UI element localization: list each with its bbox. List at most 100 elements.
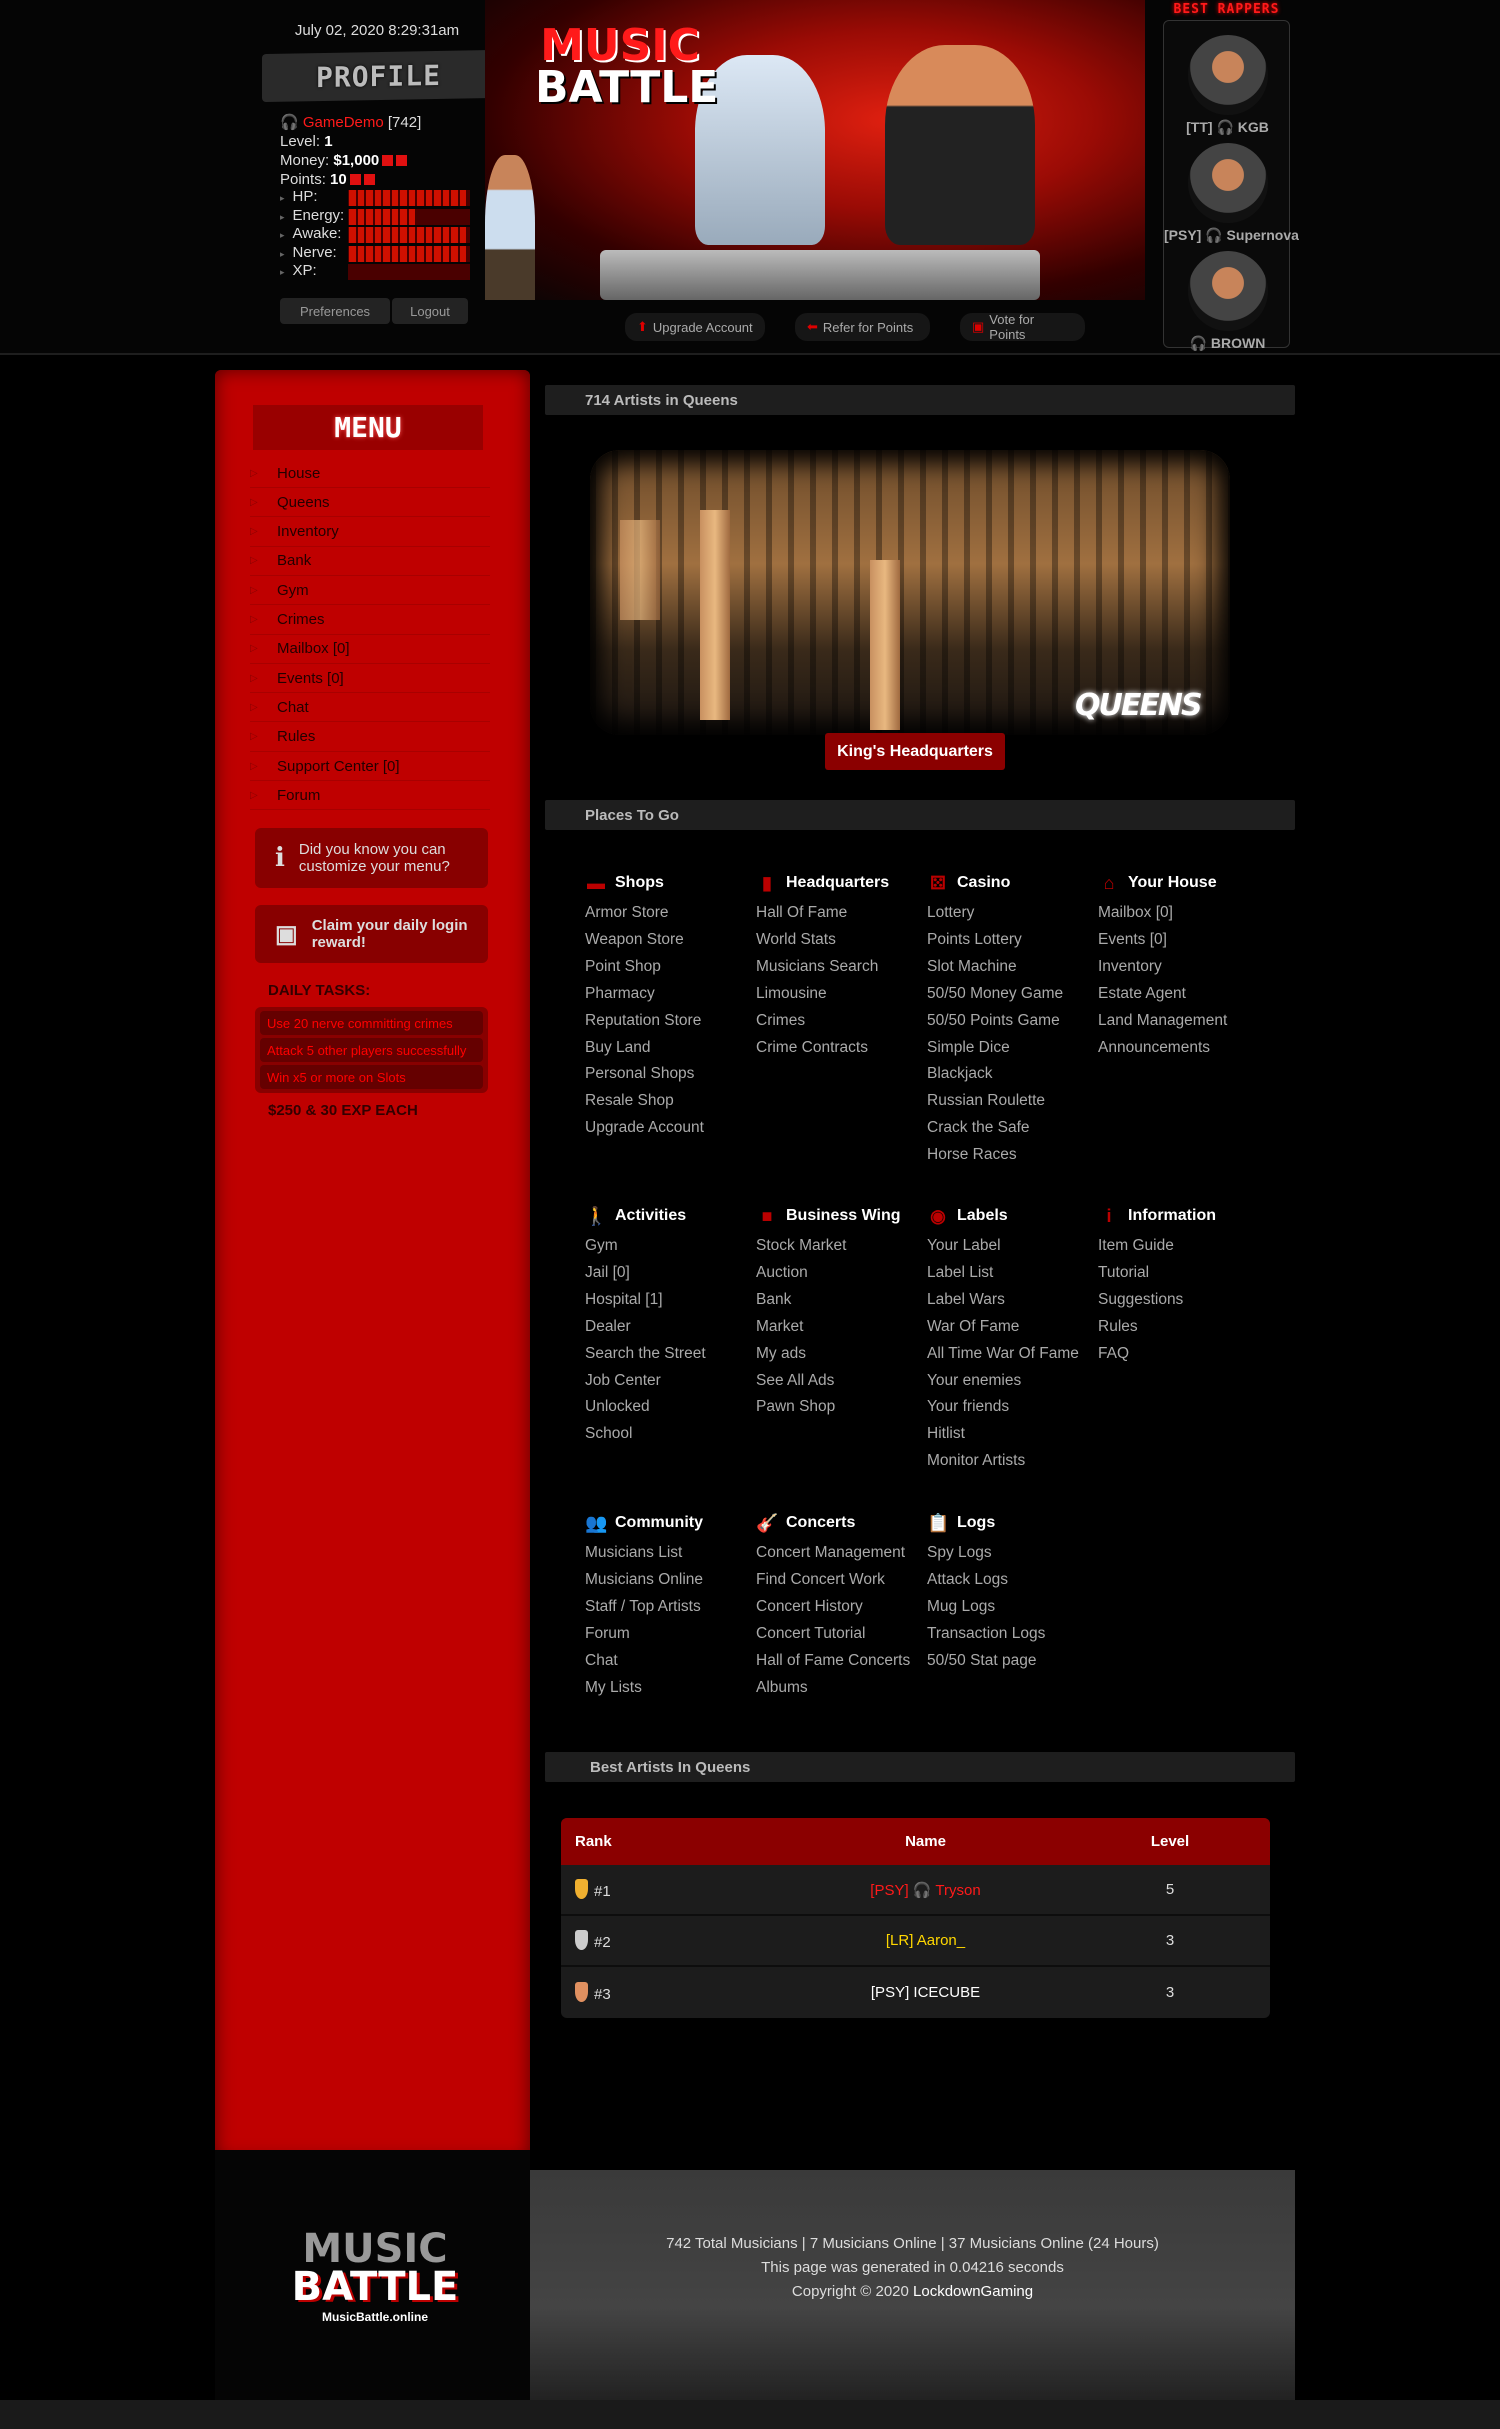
place-link[interactable]: Points Lottery: [927, 927, 1098, 954]
menu-item[interactable]: ▷ Mailbox [0]: [250, 635, 490, 664]
place-link[interactable]: Land Management: [1098, 1008, 1269, 1035]
place-link[interactable]: Slot Machine: [927, 954, 1098, 981]
menu-item[interactable]: ▷ Support Center [0]: [250, 752, 490, 781]
points-list-icon[interactable]: [349, 174, 361, 185]
place-link[interactable]: Estate Agent: [1098, 981, 1269, 1008]
place-link[interactable]: Jail [0]: [585, 1260, 756, 1287]
place-link[interactable]: Your friends: [927, 1394, 1098, 1421]
place-link[interactable]: Suggestions: [1098, 1287, 1269, 1314]
place-link[interactable]: Concert Tutorial: [756, 1621, 927, 1648]
place-link[interactable]: Musicians Online: [585, 1567, 756, 1594]
place-link[interactable]: Your Label: [927, 1233, 1098, 1260]
bank-icon[interactable]: [382, 155, 394, 166]
menu-item[interactable]: ▷ Inventory: [250, 518, 490, 547]
place-link[interactable]: Tutorial: [1098, 1260, 1269, 1287]
logout-button[interactable]: Logout: [392, 298, 468, 324]
place-link[interactable]: Hall of Fame Concerts: [756, 1648, 927, 1675]
place-link[interactable]: World Stats: [756, 927, 927, 954]
place-link[interactable]: Job Center: [585, 1368, 756, 1395]
place-link[interactable]: Market: [756, 1314, 927, 1341]
place-link[interactable]: Attack Logs: [927, 1567, 1098, 1594]
place-link[interactable]: Simple Dice: [927, 1035, 1098, 1062]
daily-reward-button[interactable]: ▣ Claim your daily login reward!: [255, 905, 488, 963]
place-link[interactable]: Events [0]: [1098, 927, 1269, 954]
place-link[interactable]: Mug Logs: [927, 1594, 1098, 1621]
place-link[interactable]: Musicians Search: [756, 954, 927, 981]
send-points-icon[interactable]: [363, 174, 375, 185]
place-link[interactable]: Crack the Safe: [927, 1115, 1098, 1142]
place-link[interactable]: Russian Roulette: [927, 1088, 1098, 1115]
place-link[interactable]: Staff / Top Artists: [585, 1594, 756, 1621]
menu-item[interactable]: ▷ Bank: [250, 547, 490, 576]
place-link[interactable]: Forum: [585, 1621, 756, 1648]
menu-item[interactable]: ▷ Crimes: [250, 606, 490, 635]
username-link[interactable]: GameDemo: [303, 114, 384, 131]
place-link[interactable]: Rules: [1098, 1314, 1269, 1341]
place-link[interactable]: Reputation Store: [585, 1008, 756, 1035]
nav-vote[interactable]: ▣ Vote for Points: [960, 312, 1085, 342]
place-link[interactable]: Pharmacy: [585, 981, 756, 1008]
place-link[interactable]: Chat: [585, 1648, 756, 1675]
place-link[interactable]: Personal Shops: [585, 1061, 756, 1088]
place-link[interactable]: Announcements: [1098, 1035, 1269, 1062]
place-link[interactable]: Upgrade Account: [585, 1115, 756, 1142]
best-rapper[interactable]: 🎧 BROWN: [1164, 251, 1291, 352]
best-rapper[interactable]: [PSY] 🎧 Supernova: [1164, 143, 1299, 244]
place-link[interactable]: Spy Logs: [927, 1540, 1098, 1567]
place-link[interactable]: My Lists: [585, 1675, 756, 1702]
lockdowngaming-link[interactable]: LockdownGaming: [913, 2283, 1033, 2300]
artist-name-link[interactable]: [LR] Aaron_: [781, 1932, 1070, 1949]
best-rapper[interactable]: [TT] 🎧 KGB: [1164, 35, 1291, 136]
menu-item[interactable]: ▷ Events [0]: [250, 664, 490, 694]
place-link[interactable]: Dealer: [585, 1314, 756, 1341]
menu-item[interactable]: ▷ Chat: [250, 693, 490, 723]
menu-item[interactable]: ▷ Gym: [250, 576, 490, 606]
place-link[interactable]: Monitor Artists: [927, 1448, 1098, 1475]
place-link[interactable]: Label Wars: [927, 1287, 1098, 1314]
place-link[interactable]: Stock Market: [756, 1233, 927, 1260]
place-link[interactable]: Hall Of Fame: [756, 900, 927, 927]
place-link[interactable]: Item Guide: [1098, 1233, 1269, 1260]
place-link[interactable]: 50/50 Stat page: [927, 1648, 1098, 1675]
place-link[interactable]: Concert History: [756, 1594, 927, 1621]
place-link[interactable]: Hospital [1]: [585, 1287, 756, 1314]
place-link[interactable]: 50/50 Points Game: [927, 1008, 1098, 1035]
place-link[interactable]: Auction: [756, 1260, 927, 1287]
place-link[interactable]: Resale Shop: [585, 1088, 756, 1115]
music-battle-logo[interactable]: MUSIC BATTLE: [535, 24, 718, 110]
customize-menu-tip[interactable]: i Did you know you can customize your me…: [255, 828, 488, 888]
place-link[interactable]: Unlocked: [585, 1394, 756, 1421]
place-link[interactable]: Horse Races: [927, 1142, 1098, 1169]
place-link[interactable]: Armor Store: [585, 900, 756, 927]
artist-name-link[interactable]: [PSY] ICECUBE: [781, 1984, 1070, 2001]
place-link[interactable]: Crimes: [756, 1008, 927, 1035]
place-link[interactable]: Search the Street: [585, 1341, 756, 1368]
place-link[interactable]: Musicians List: [585, 1540, 756, 1567]
artist-name-link[interactable]: [PSY] 🎧 Tryson: [781, 1881, 1070, 1899]
place-link[interactable]: Blackjack: [927, 1061, 1098, 1088]
place-link[interactable]: Your enemies: [927, 1368, 1098, 1395]
place-link[interactable]: My ads: [756, 1341, 927, 1368]
place-link[interactable]: FAQ: [1098, 1341, 1269, 1368]
kings-headquarters-button[interactable]: King's Headquarters: [825, 733, 1005, 770]
place-link[interactable]: Transaction Logs: [927, 1621, 1098, 1648]
place-link[interactable]: Lottery: [927, 900, 1098, 927]
place-link[interactable]: 50/50 Money Game: [927, 981, 1098, 1008]
menu-item[interactable]: ▷ House: [250, 459, 490, 488]
menu-item[interactable]: ▷ Forum: [250, 781, 490, 811]
place-link[interactable]: Find Concert Work: [756, 1567, 927, 1594]
place-link[interactable]: See All Ads: [756, 1368, 927, 1395]
place-link[interactable]: Hitlist: [927, 1421, 1098, 1448]
menu-item[interactable]: ▷ Queens: [250, 488, 490, 518]
place-link[interactable]: Mailbox [0]: [1098, 900, 1269, 927]
place-link[interactable]: All Time War Of Fame: [927, 1341, 1098, 1368]
place-link[interactable]: Albums: [756, 1675, 927, 1702]
place-link[interactable]: Gym: [585, 1233, 756, 1260]
place-link[interactable]: Concert Management: [756, 1540, 927, 1567]
menu-item[interactable]: ▷ Rules: [250, 723, 490, 752]
place-link[interactable]: Pawn Shop: [756, 1394, 927, 1421]
place-link[interactable]: Buy Land: [585, 1035, 756, 1062]
place-link[interactable]: Bank: [756, 1287, 927, 1314]
nav-arrow-up[interactable]: ⬆ Upgrade Account: [625, 313, 765, 341]
place-link[interactable]: War Of Fame: [927, 1314, 1098, 1341]
